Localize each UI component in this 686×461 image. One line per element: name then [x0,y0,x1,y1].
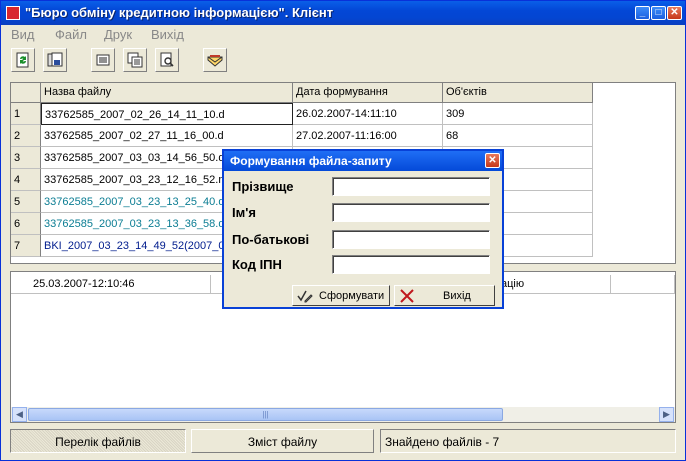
print-preview-button[interactable] [155,48,179,72]
status-found-count: Знайдено файлів - 7 [380,429,676,453]
print-preview-icon [160,52,174,67]
dialog-exit-button[interactable]: Вихід [394,285,495,306]
row-number: 5 [11,191,41,213]
scroll-left-arrow[interactable]: ◀ [12,407,27,422]
title-bar[interactable]: "Бюро обміну кредитною інформацією". Клі… [1,1,685,25]
tax-id-label: Код ІПН [232,257,282,272]
tab-file-content[interactable]: Зміст файлу [191,429,374,453]
request-dialog: Формування файла-запиту ✕ Прізвище Ім'я … [222,149,504,309]
surname-input[interactable] [332,177,490,196]
tax-id-input[interactable] [332,255,490,274]
window-title: "Бюро обміну кредитною інформацією". Клі… [25,5,334,20]
row-number: 6 [11,213,41,235]
close-button[interactable]: ✕ [667,6,682,20]
cross-icon [400,288,414,303]
name-label: Ім'я [232,205,256,220]
list-button[interactable] [91,48,115,72]
scroll-right-arrow[interactable]: ▶ [659,407,674,422]
exit-button-label: Вихід [443,289,471,302]
save-button[interactable] [43,48,67,72]
menu-exit[interactable]: Вихід [151,27,184,42]
table-cell-count[interactable]: 68 [443,125,593,147]
table-corner [11,83,41,103]
table-cell-filename[interactable]: 33762585_2007_02_27_11_16_00.d [41,125,293,147]
form-button-label: Сформувати [319,289,385,302]
copy-icon [127,52,143,68]
send-button[interactable] [203,48,227,72]
horizontal-scrollbar[interactable]: ◀ ||| ▶ [11,407,675,422]
column-header-filename[interactable]: Назва файлу [41,83,293,103]
minimize-button[interactable]: _ [635,6,650,20]
row-number: 1 [11,103,41,125]
refresh-icon [16,52,29,68]
copy-button[interactable] [123,48,147,72]
menu-bar: Вид Файл Друк Вихід [1,25,685,44]
save-icon [47,52,63,67]
row-number: 3 [11,147,41,169]
table-cell-count[interactable]: 309 [443,103,593,125]
row-number: 4 [11,169,41,191]
row-number: 7 [11,235,41,257]
menu-view[interactable]: Вид [11,27,35,42]
toolbar [1,45,685,77]
column-header-date[interactable]: Дата формування [293,83,443,103]
dialog-close-button[interactable]: ✕ [485,153,500,168]
app-icon [6,6,20,20]
maximize-button[interactable]: □ [651,6,666,20]
column-header-count[interactable]: Об'єктів [443,83,593,103]
detail-cell[interactable] [611,275,675,294]
form-button[interactable]: Сформувати [292,285,390,306]
envelope-icon [207,55,223,67]
refresh-button[interactable] [11,48,35,72]
checkmark-pencil-icon [297,290,313,302]
patronymic-label: По-батькові [232,232,310,247]
row-number: 2 [11,125,41,147]
app-window: "Бюро обміну кредитною інформацією". Клі… [0,0,686,461]
name-input[interactable] [332,203,490,222]
dialog-title[interactable]: Формування файла-запиту [224,151,502,171]
table-cell-date[interactable]: 26.02.2007-14:11:10 [293,103,443,125]
table-cell-filename[interactable]: 33762585_2007_02_26_14_11_10.d [41,103,293,125]
list-icon [96,54,110,66]
surname-label: Прізвище [232,179,294,194]
scroll-thumb[interactable]: ||| [28,408,503,421]
tab-file-list[interactable]: Перелік файлів [10,429,186,453]
detail-date[interactable]: 25.03.2007-12:10:46 [11,275,211,294]
patronymic-input[interactable] [332,230,490,249]
menu-file[interactable]: Файл [55,27,87,42]
table-cell-date[interactable]: 27.02.2007-11:16:00 [293,125,443,147]
menu-print[interactable]: Друк [104,27,132,42]
